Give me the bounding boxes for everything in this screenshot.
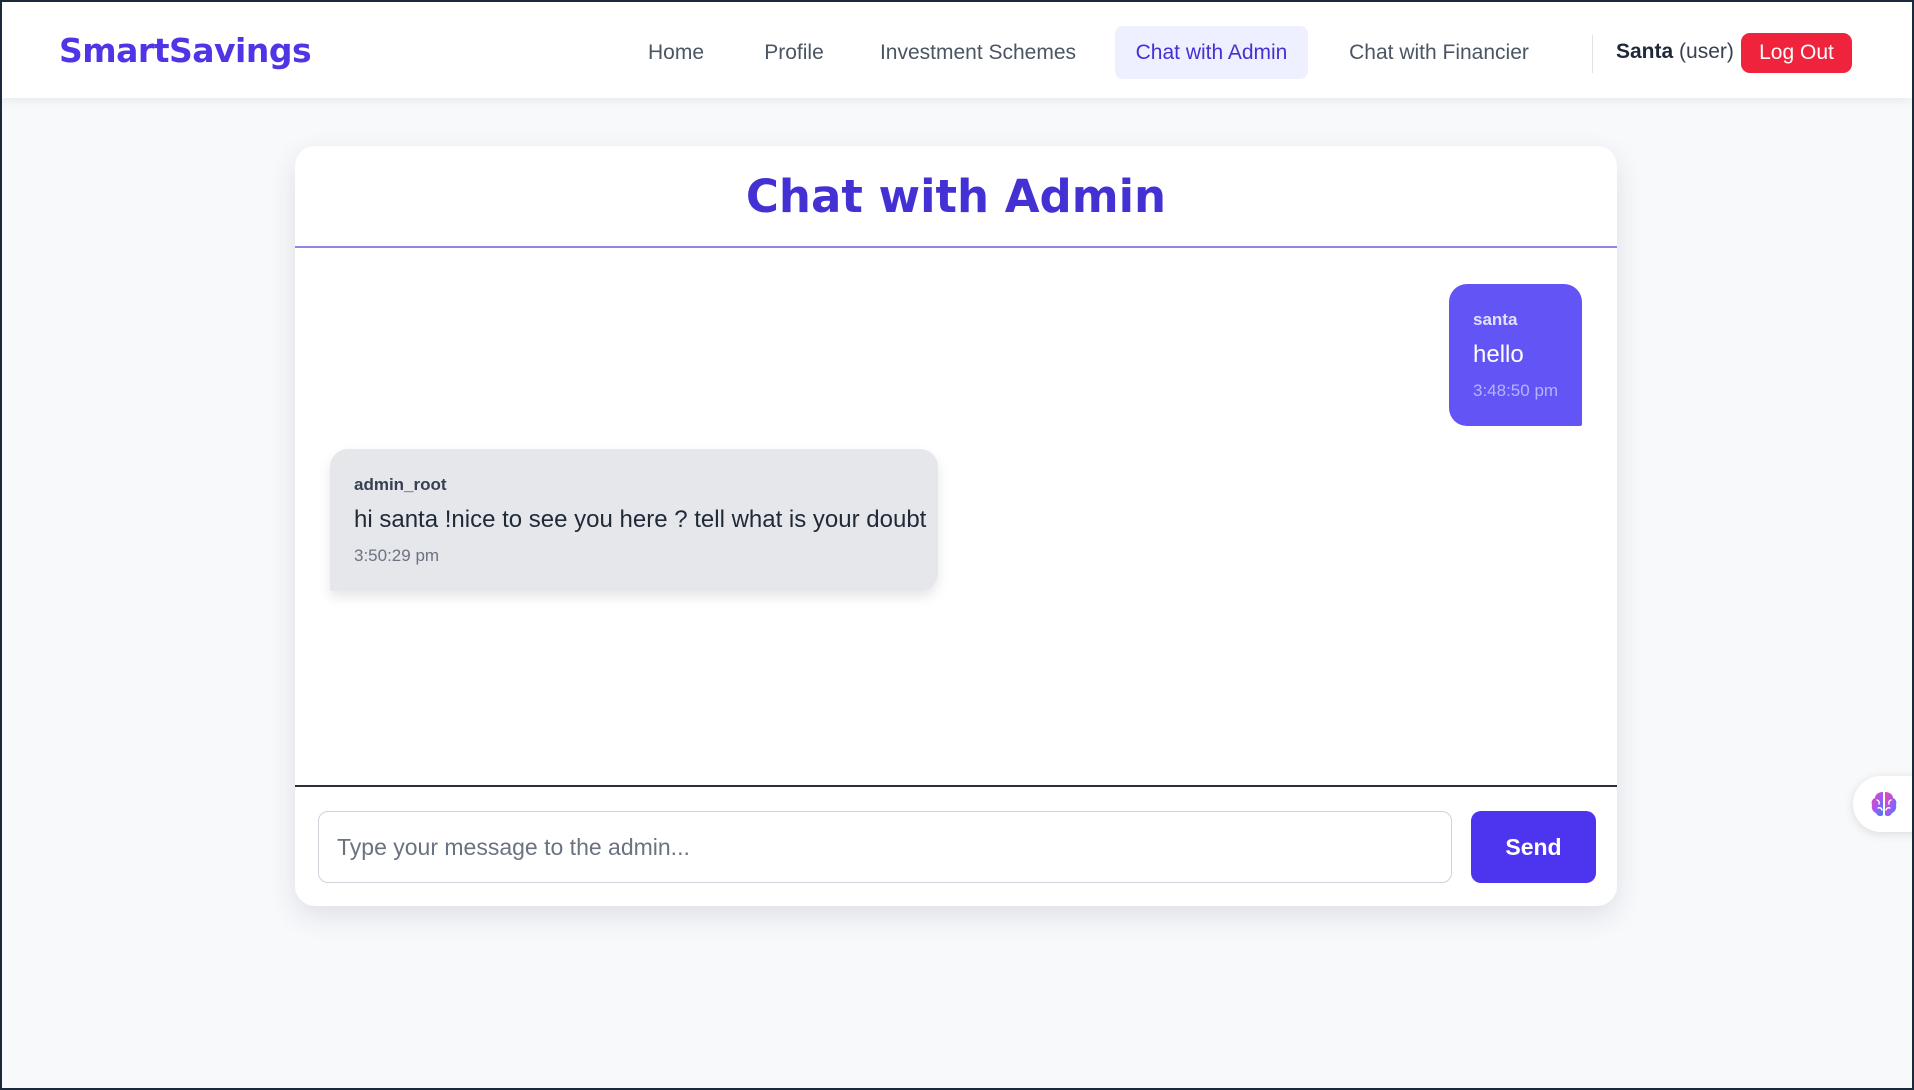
brain-icon: [1871, 792, 1897, 817]
logout-button[interactable]: Log Out: [1741, 33, 1852, 73]
message-text: hi santa !nice to see you here ? tell wh…: [354, 506, 927, 533]
message-sender: admin_root: [354, 475, 447, 494]
app-window: SmartSavings Home Profile Investment Sch…: [2, 2, 1912, 1088]
message-outgoing: santa hello 3:48:50 pm: [1449, 284, 1582, 426]
user-label: Santa (user): [1616, 40, 1734, 64]
message-incoming: admin_root hi santa !nice to see you her…: [330, 449, 938, 591]
compose-divider: [295, 785, 1617, 787]
title-divider: [295, 246, 1617, 248]
message-sender: santa: [1473, 310, 1518, 329]
page-title: Chat with Admin: [745, 170, 1167, 223]
top-navbar: SmartSavings Home Profile Investment Sch…: [2, 2, 1912, 98]
nav-home[interactable]: Home: [630, 26, 722, 79]
brand-logo[interactable]: SmartSavings: [59, 34, 312, 67]
assistant-widget[interactable]: [1853, 776, 1912, 832]
message-timestamp: 3:50:29 pm: [354, 546, 440, 565]
user-name: Santa: [1616, 40, 1674, 63]
nav-investment-schemes[interactable]: Investment Schemes: [866, 26, 1090, 79]
send-button[interactable]: Send: [1471, 811, 1596, 883]
nav-chat-with-financier[interactable]: Chat with Financier: [1333, 26, 1545, 79]
message-input[interactable]: [318, 811, 1452, 883]
nav-profile[interactable]: Profile: [745, 26, 843, 79]
chat-card: Chat with Admin santa hello 3:48:50 pm a…: [295, 146, 1617, 906]
message-text: hello: [1473, 341, 1524, 368]
nav-divider: [1592, 35, 1593, 73]
nav-chat-with-admin[interactable]: Chat with Admin: [1115, 26, 1308, 79]
user-role: (user): [1679, 40, 1734, 63]
message-timestamp: 3:48:50 pm: [1473, 381, 1559, 400]
